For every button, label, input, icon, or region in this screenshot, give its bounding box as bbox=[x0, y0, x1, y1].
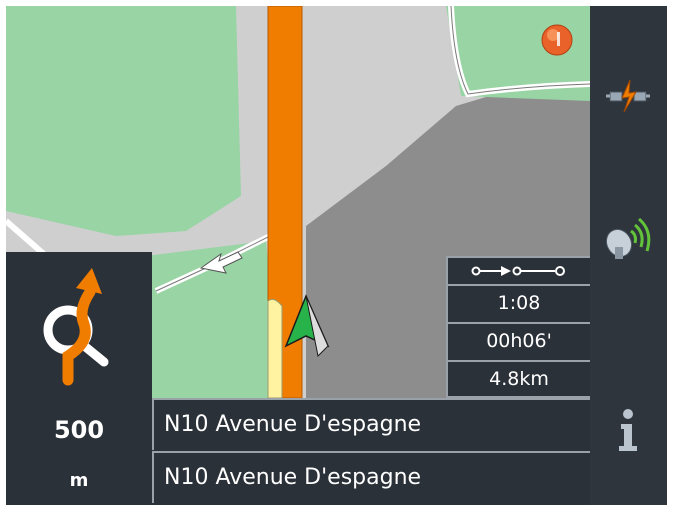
next-street: N10 Avenue D'espagne bbox=[152, 451, 590, 503]
maneuver-panel[interactable] bbox=[6, 252, 152, 398]
record-button[interactable] bbox=[540, 23, 574, 57]
route-progress-cell[interactable] bbox=[446, 256, 590, 284]
distance-value: 500 bbox=[53, 416, 105, 444]
gps-connection-icon bbox=[606, 79, 650, 113]
distance-unit: m bbox=[69, 470, 89, 491]
gps-connection-button[interactable] bbox=[596, 64, 660, 128]
info-icon bbox=[619, 409, 637, 451]
sidebar bbox=[590, 6, 667, 505]
route-progress-icon bbox=[471, 266, 565, 276]
satellite-status-button[interactable] bbox=[596, 206, 660, 270]
maneuver-distance: 500 m bbox=[6, 398, 152, 505]
info-button[interactable] bbox=[596, 398, 660, 462]
remaining-distance: 4.8km bbox=[446, 360, 590, 398]
arrival-time: 1:08 bbox=[446, 284, 590, 322]
roundabout-exit-icon bbox=[43, 268, 109, 386]
current-street: N10 Avenue D'espagne bbox=[152, 398, 590, 450]
trip-info-panel[interactable]: 1:08 00h06' 4.8km bbox=[446, 256, 590, 398]
remaining-time: 00h06' bbox=[446, 322, 590, 360]
navigation-screen: 1:08 00h06' 4.8km 500 m N10 Avenue D'esp… bbox=[6, 6, 667, 505]
satellite-signal-icon bbox=[605, 217, 651, 259]
street-panel: N10 Avenue D'espagne N10 Avenue D'espagn… bbox=[152, 398, 590, 505]
